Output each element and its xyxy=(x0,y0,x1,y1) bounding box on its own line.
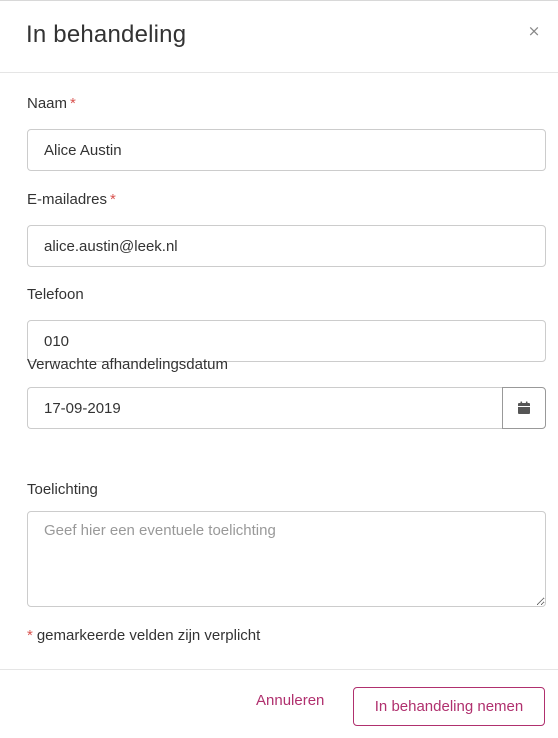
modal-header: In behandeling × xyxy=(0,1,558,73)
required-marker: * xyxy=(27,627,33,644)
close-button[interactable]: × xyxy=(522,19,546,43)
expected-date-group: Verwachte afhandelingsdatum xyxy=(27,356,546,429)
name-input[interactable] xyxy=(27,129,546,171)
modal-title: In behandeling xyxy=(26,21,187,48)
cancel-button[interactable]: Annuleren xyxy=(250,688,330,713)
expected-date-label: Verwachte afhandelingsdatum xyxy=(27,356,228,373)
phone-label: Telefoon xyxy=(27,286,84,303)
comment-textarea[interactable] xyxy=(27,511,546,607)
submit-button[interactable]: In behandeling nemen xyxy=(353,687,545,726)
required-fields-note: * gemarkeerde velden zijn verplicht xyxy=(27,627,261,644)
phone-group: Telefoon xyxy=(27,286,546,362)
required-marker: * xyxy=(110,191,116,208)
comment-label: Toelichting xyxy=(27,481,98,498)
calendar-button[interactable] xyxy=(502,387,546,429)
comment-group: Toelichting xyxy=(27,481,546,607)
required-marker: * xyxy=(70,95,76,112)
name-label: Naam * xyxy=(27,95,76,112)
email-input[interactable] xyxy=(27,225,546,267)
email-group: E-mailadres * xyxy=(27,191,546,267)
calendar-icon xyxy=(518,401,530,414)
name-group: Naam * xyxy=(27,95,546,171)
date-input[interactable] xyxy=(27,387,502,429)
modal-footer: Annuleren In behandeling nemen xyxy=(0,669,558,738)
email-label: E-mailadres * xyxy=(27,191,116,208)
close-icon: × xyxy=(527,22,541,40)
modal-dialog: In behandeling × Naam* E-mailadres* Tele… xyxy=(0,0,558,737)
date-picker xyxy=(27,387,546,429)
